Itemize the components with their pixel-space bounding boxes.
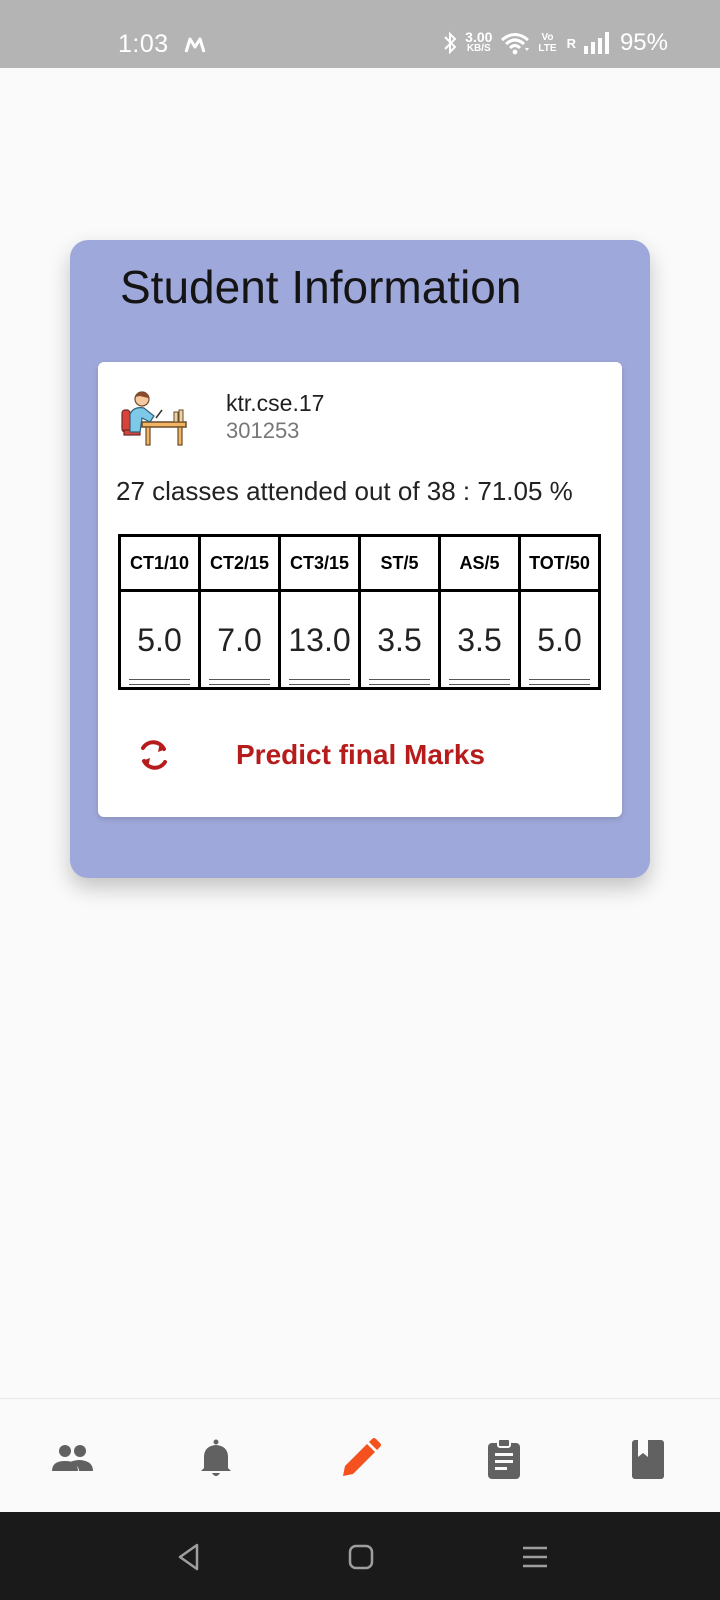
value-underline [289, 679, 350, 685]
battery-level: 95% [619, 29, 668, 56]
network-speed-unit: KB/S [466, 43, 491, 54]
book-icon[interactable] [624, 1435, 672, 1483]
volte-bottom: LTE [538, 43, 557, 54]
home-icon[interactable] [344, 1540, 378, 1574]
marks-column: AS/5 3.5 [441, 537, 521, 687]
marks-value-text: 3.5 [457, 622, 502, 658]
back-icon[interactable] [172, 1540, 206, 1574]
marks-value-text: 7.0 [217, 622, 262, 658]
predict-final-marks-label[interactable]: Predict final Marks [236, 739, 485, 771]
volte-top: Vo [541, 32, 554, 43]
student-studying-icon [121, 391, 187, 446]
marks-value: 7.0 [201, 592, 278, 687]
marks-value: 13.0 [281, 592, 358, 687]
student-username: ktr.cse.17 [226, 390, 325, 416]
marks-column: TOT/50 5.0 [521, 537, 601, 687]
marks-value-text: 5.0 [537, 622, 582, 658]
marks-column: CT1/10 5.0 [121, 537, 201, 687]
refresh-icon[interactable] [134, 735, 174, 775]
value-underline [449, 679, 510, 685]
attendance-summary: 27 classes attended out of 38 : 71.05 % [116, 476, 573, 506]
volte-indicator: Vo LTE [538, 32, 556, 54]
student-id: 301253 [226, 418, 300, 443]
marks-header: TOT/50 [521, 537, 598, 592]
predict-final-marks-button[interactable]: Predict final Marks [134, 730, 594, 780]
value-underline [209, 679, 270, 685]
value-underline [529, 679, 590, 685]
marks-column: CT2/15 7.0 [201, 537, 281, 687]
marks-value-text: 5.0 [137, 622, 182, 658]
notification-m-icon [184, 37, 206, 53]
student-info-card: Student Information ktr.cse.17 301253 27… [70, 240, 650, 878]
marks-value: 5.0 [521, 592, 598, 687]
marks-header: CT1/10 [121, 537, 198, 592]
status-indicators: 3.00 KB/S Vo LTE R 95% [443, 26, 668, 60]
marks-value-text: 3.5 [377, 622, 422, 658]
marks-header: ST/5 [361, 537, 438, 592]
marks-value: 5.0 [121, 592, 198, 687]
roaming-indicator: R [566, 35, 576, 51]
clipboard-icon[interactable] [480, 1435, 528, 1483]
value-underline [369, 679, 430, 685]
bluetooth-icon [444, 31, 457, 55]
marks-value: 3.5 [441, 592, 518, 687]
marks-header: CT2/15 [201, 537, 278, 592]
student-details-card: ktr.cse.17 301253 27 classes attended ou… [98, 362, 622, 817]
signal-icon [583, 32, 609, 54]
marks-header: AS/5 [441, 537, 518, 592]
bell-icon[interactable] [192, 1435, 240, 1483]
marks-value: 3.5 [361, 592, 438, 687]
marks-table: CT1/10 5.0 CT2/15 7.0 CT3/15 13.0 ST/5 3… [118, 534, 601, 690]
value-underline [129, 679, 190, 685]
marks-header: CT3/15 [281, 537, 358, 592]
status-bar: 1:03 3.00 KB/S Vo LTE R 95% [0, 0, 720, 68]
network-speed-value: 3.00 [465, 29, 493, 45]
people-icon[interactable] [48, 1435, 96, 1483]
system-navigation-bar [0, 1512, 720, 1600]
pencil-icon[interactable] [336, 1435, 384, 1483]
network-speed: 3.00 KB/S [465, 29, 493, 55]
marks-column: CT3/15 13.0 [281, 537, 361, 687]
recents-icon[interactable] [518, 1540, 552, 1574]
status-time: 1:03 [118, 30, 169, 58]
card-title: Student Information [120, 261, 522, 313]
wifi-icon [501, 33, 530, 55]
bottom-navigation [0, 1398, 720, 1512]
marks-value-text: 13.0 [288, 622, 351, 658]
marks-column: ST/5 3.5 [361, 537, 441, 687]
